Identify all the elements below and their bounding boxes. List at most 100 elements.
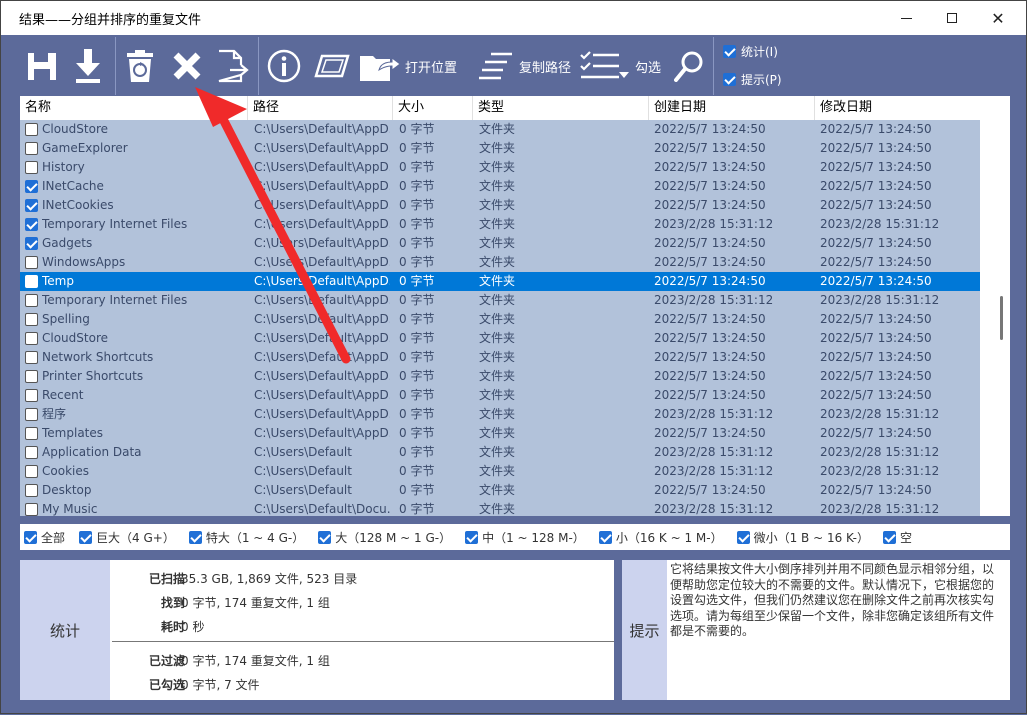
cell-name: Recent (42, 388, 84, 402)
cell-name: 程序 (42, 407, 67, 421)
table-row[interactable]: Network Shortcuts C:\Users\Default\AppD..… (20, 348, 980, 367)
size-filter-checkbox[interactable] (598, 530, 612, 544)
minimize-button[interactable] (883, 1, 929, 35)
save-button[interactable] (25, 35, 59, 97)
cell-name: Gadgets (42, 236, 93, 250)
delete-button[interactable] (169, 35, 205, 97)
row-checkbox[interactable] (25, 275, 38, 288)
table-header: 名称 路径 大小 类型 创建日期 修改日期 (20, 96, 980, 120)
table-row[interactable]: 程序 C:\Users\Default\AppD... 0 字节 文件夹 2023/2/… (20, 405, 980, 424)
row-checkbox[interactable] (25, 370, 38, 383)
minimize-icon (900, 17, 912, 19)
size-filter-checkbox[interactable] (318, 530, 332, 544)
size-filter-label: 特大（1 ~ 4 G-） (205, 530, 305, 545)
cell-created: 2022/5/7 13:24:50 (654, 236, 766, 250)
stats-toggle[interactable]: 统计(I) (723, 43, 778, 60)
table-row[interactable]: INetCookies C:\Users\Default\AppD... 0 字节 文… (20, 196, 980, 215)
cell-created: 2022/5/7 13:24:50 (654, 483, 766, 497)
row-checkbox[interactable] (25, 465, 38, 478)
time-value: 0 秒 (181, 620, 205, 634)
table-row[interactable]: History C:\Users\Default\AppD... 0 字节 文件夹 20… (20, 158, 980, 177)
cell-modified: 2022/5/7 13:24:50 (820, 141, 932, 155)
table-row[interactable]: My Music C:\Users\Default\Docu... 0 字节 文件夹 2… (20, 500, 980, 516)
row-checkbox[interactable] (25, 408, 38, 421)
size-filter-item[interactable]: 微小（1 B ~ 16 K-） (736, 529, 869, 546)
recycle-button[interactable] (123, 35, 157, 97)
row-checkbox[interactable] (25, 503, 38, 516)
table-row[interactable]: GameExplorer C:\Users\Default\AppD... 0 字节… (20, 139, 980, 158)
size-filter-item[interactable]: 巨大（4 G+） (79, 529, 175, 546)
table-row[interactable]: Printer Shortcuts C:\Users\Default\AppD..… (20, 367, 980, 386)
table-row[interactable]: CloudStore C:\Users\Default\AppD... 0 字节 文件… (20, 120, 980, 139)
size-filter-checkbox[interactable] (24, 530, 37, 544)
column-path[interactable]: 路径 (248, 96, 393, 120)
size-filter-item[interactable]: 全部 (24, 529, 65, 546)
size-filter-item[interactable]: 特大（1 ~ 4 G-） (188, 529, 305, 546)
column-type[interactable]: 类型 (473, 96, 649, 120)
row-checkbox[interactable] (25, 313, 38, 326)
size-filter-item[interactable]: 小（16 K ~ 1 M-） (598, 529, 723, 546)
size-filter-checkbox[interactable] (736, 530, 750, 544)
check-label: 勾选 (635, 60, 662, 76)
tips-checkbox[interactable] (723, 73, 736, 86)
row-checkbox[interactable] (25, 389, 38, 402)
row-checkbox[interactable] (25, 142, 38, 155)
table-row[interactable]: Application Data C:\Users\Default 0 字节 文件夹 2… (20, 443, 980, 462)
row-checkbox[interactable] (25, 218, 38, 231)
cell-type: 文件夹 (479, 217, 516, 231)
table-row[interactable]: Temporary Internet Files C:\Users\Default… (20, 215, 980, 234)
size-filter-checkbox[interactable] (882, 530, 896, 544)
size-filter-item[interactable]: 大（128 M ~ 1 G-） (318, 529, 451, 546)
row-checkbox[interactable] (25, 123, 38, 136)
cell-type: 文件夹 (479, 445, 516, 459)
row-checkbox[interactable] (25, 351, 38, 364)
stats-checkbox[interactable] (723, 45, 736, 58)
table-row[interactable]: Recent C:\Users\Default\AppD... 0 字节 文件夹 202… (20, 386, 980, 405)
search-button[interactable] (671, 35, 707, 97)
tips-text: 它将结果按文件大小倒序排列并用不同颜色显示相邻分组，以便帮助您定位较大的不需要的… (670, 562, 995, 638)
table-row[interactable]: WindowsApps C:\Users\Default\AppD... 0 字节 文… (20, 253, 980, 272)
table-row[interactable]: Spelling C:\Users\Default\AppD... 0 字节 文件夹 2… (20, 310, 980, 329)
properties-button[interactable] (265, 35, 303, 97)
table-row[interactable]: CloudStore C:\Users\Default\AppD... 0 字节 文件… (20, 329, 980, 348)
vertical-scrollbar[interactable] (980, 96, 1010, 516)
column-modified[interactable]: 修改日期 (815, 96, 980, 120)
row-checkbox[interactable] (25, 199, 38, 212)
row-checkbox[interactable] (25, 161, 38, 174)
row-checkbox[interactable] (25, 256, 38, 269)
tips-toggle[interactable]: 提示(P) (723, 71, 782, 88)
row-checkbox[interactable] (25, 446, 38, 459)
column-created[interactable]: 创建日期 (649, 96, 815, 120)
row-checkbox[interactable] (25, 484, 38, 497)
preview-button[interactable] (313, 35, 351, 97)
table-row[interactable]: Gadgets C:\Users\Default\AppD... 0 字节 文件夹 20… (20, 234, 980, 253)
size-filter-item[interactable]: 空 (882, 529, 912, 546)
row-checkbox[interactable] (25, 427, 38, 440)
table-row[interactable]: Temp C:\Users\Default\AppD... 0 字节 文件夹 2022/… (20, 272, 980, 291)
row-checkbox[interactable] (25, 180, 38, 193)
column-size[interactable]: 大小 (393, 96, 473, 120)
table-row[interactable]: Templates C:\Users\Default\AppD... 0 字节 文件夹… (20, 424, 980, 443)
table-row[interactable]: Desktop C:\Users\Default 0 字节 文件夹 2022/5/7 1… (20, 481, 980, 500)
table-row[interactable]: Cookies C:\Users\Default 0 字节 文件夹 2023/2/28 … (20, 462, 980, 481)
size-filter-checkbox[interactable] (79, 530, 93, 544)
scrollbar-thumb[interactable] (1000, 296, 1003, 340)
row-checkbox[interactable] (25, 237, 38, 250)
cell-name: Templates (42, 426, 104, 440)
row-checkbox[interactable] (25, 294, 38, 307)
move-button[interactable] (215, 35, 251, 97)
size-filter-checkbox[interactable] (188, 530, 202, 544)
check-menu-button[interactable]: 勾选 (579, 35, 675, 97)
row-checkbox[interactable] (25, 332, 38, 345)
cell-path: C:\Users\Default\AppD... (254, 293, 390, 307)
table-row[interactable]: Temporary Internet Files C:\Users\Default… (20, 291, 980, 310)
copy-path-button[interactable]: 复制路径 (477, 35, 573, 97)
column-name[interactable]: 名称 (20, 96, 248, 120)
maximize-button[interactable] (929, 1, 975, 35)
open-location-button[interactable]: 打开位置 (359, 35, 463, 97)
table-row[interactable]: INetCache C:\Users\Default\AppD... 0 字节 文件夹… (20, 177, 980, 196)
size-filter-checkbox[interactable] (465, 530, 479, 544)
export-button[interactable] (71, 35, 105, 97)
close-button[interactable]: ✕ (975, 1, 1021, 35)
size-filter-item[interactable]: 中（1 ~ 128 M-） (465, 529, 585, 546)
